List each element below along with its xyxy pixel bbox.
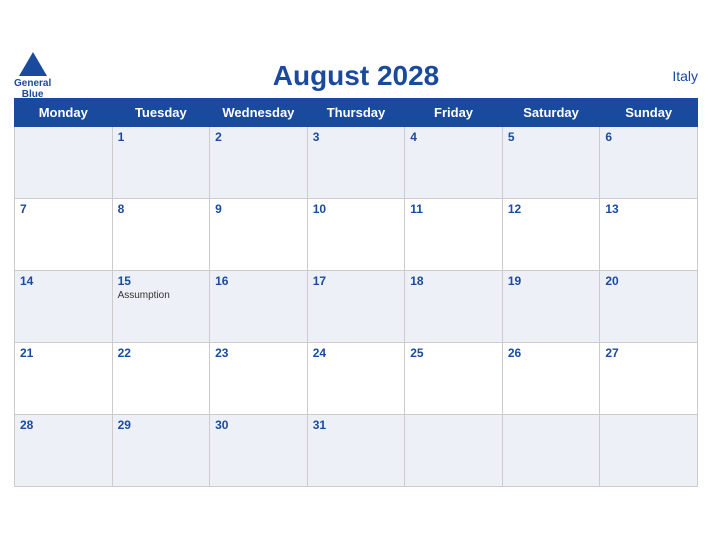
day-cell xyxy=(405,414,503,486)
day-cell: 27 xyxy=(600,342,698,414)
day-number: 22 xyxy=(118,346,205,360)
day-number: 25 xyxy=(410,346,497,360)
day-event: Assumption xyxy=(118,290,205,301)
day-number: 13 xyxy=(605,202,692,216)
day-cell: 16 xyxy=(210,270,308,342)
day-number: 20 xyxy=(605,274,692,288)
day-number: 9 xyxy=(215,202,302,216)
day-number: 24 xyxy=(313,346,400,360)
day-number: 18 xyxy=(410,274,497,288)
week-row-3: 14 15 Assumption 16 17 18 19 20 xyxy=(15,270,698,342)
day-cell: 15 Assumption xyxy=(112,270,210,342)
calendar-title: August 2028 xyxy=(273,60,440,92)
day-cell: 5 xyxy=(502,126,600,198)
day-number: 6 xyxy=(605,130,692,144)
weekday-header-monday: Monday xyxy=(15,98,113,126)
day-number: 10 xyxy=(313,202,400,216)
day-number: 27 xyxy=(605,346,692,360)
day-cell xyxy=(15,126,113,198)
day-cell: 22 xyxy=(112,342,210,414)
day-number: 17 xyxy=(313,274,400,288)
day-cell xyxy=(502,414,600,486)
day-number: 28 xyxy=(20,418,107,432)
day-number: 31 xyxy=(313,418,400,432)
day-cell: 12 xyxy=(502,198,600,270)
calendar-container: General Blue August 2028 Italy MondayTue… xyxy=(0,50,712,501)
day-number: 16 xyxy=(215,274,302,288)
day-number: 1 xyxy=(118,130,205,144)
day-cell: 17 xyxy=(307,270,405,342)
day-cell: 3 xyxy=(307,126,405,198)
day-number: 12 xyxy=(508,202,595,216)
day-cell: 23 xyxy=(210,342,308,414)
weekday-header-thursday: Thursday xyxy=(307,98,405,126)
day-number: 5 xyxy=(508,130,595,144)
weekday-header-saturday: Saturday xyxy=(502,98,600,126)
day-number: 2 xyxy=(215,130,302,144)
weekday-header-tuesday: Tuesday xyxy=(112,98,210,126)
day-cell: 28 xyxy=(15,414,113,486)
day-cell: 4 xyxy=(405,126,503,198)
day-number: 30 xyxy=(215,418,302,432)
day-cell: 24 xyxy=(307,342,405,414)
day-cell xyxy=(600,414,698,486)
calendar-header: General Blue August 2028 Italy xyxy=(14,60,698,92)
logo-general: General xyxy=(14,78,51,89)
day-number: 29 xyxy=(118,418,205,432)
day-cell: 20 xyxy=(600,270,698,342)
weekday-header-wednesday: Wednesday xyxy=(210,98,308,126)
country-label: Italy xyxy=(672,68,698,84)
day-number: 11 xyxy=(410,202,497,216)
day-cell: 19 xyxy=(502,270,600,342)
weekday-header-friday: Friday xyxy=(405,98,503,126)
day-cell: 2 xyxy=(210,126,308,198)
day-number: 19 xyxy=(508,274,595,288)
week-row-1: 123456 xyxy=(15,126,698,198)
day-number: 21 xyxy=(20,346,107,360)
day-cell: 13 xyxy=(600,198,698,270)
day-cell: 30 xyxy=(210,414,308,486)
day-cell: 14 xyxy=(15,270,113,342)
day-cell: 21 xyxy=(15,342,113,414)
day-cell: 1 xyxy=(112,126,210,198)
logo-blue: Blue xyxy=(22,89,44,100)
day-number: 15 xyxy=(118,274,205,288)
day-number: 4 xyxy=(410,130,497,144)
day-number: 23 xyxy=(215,346,302,360)
day-cell: 6 xyxy=(600,126,698,198)
logo-icon xyxy=(19,52,47,76)
day-number: 3 xyxy=(313,130,400,144)
day-cell: 10 xyxy=(307,198,405,270)
logo: General Blue xyxy=(14,52,51,100)
day-number: 8 xyxy=(118,202,205,216)
day-cell: 29 xyxy=(112,414,210,486)
day-cell: 31 xyxy=(307,414,405,486)
day-cell: 11 xyxy=(405,198,503,270)
day-cell: 26 xyxy=(502,342,600,414)
calendar-table: MondayTuesdayWednesdayThursdayFridaySatu… xyxy=(14,98,698,487)
weekday-header-row: MondayTuesdayWednesdayThursdayFridaySatu… xyxy=(15,98,698,126)
weekday-header-sunday: Sunday xyxy=(600,98,698,126)
day-cell: 8 xyxy=(112,198,210,270)
day-cell: 18 xyxy=(405,270,503,342)
day-number: 7 xyxy=(20,202,107,216)
week-row-5: 28 29 30 31 xyxy=(15,414,698,486)
week-row-4: 21 22 23 24 25 26 27 xyxy=(15,342,698,414)
day-cell: 9 xyxy=(210,198,308,270)
day-number: 26 xyxy=(508,346,595,360)
day-number: 14 xyxy=(20,274,107,288)
day-cell: 7 xyxy=(15,198,113,270)
day-cell: 25 xyxy=(405,342,503,414)
week-row-2: 789 10 11 12 13 xyxy=(15,198,698,270)
